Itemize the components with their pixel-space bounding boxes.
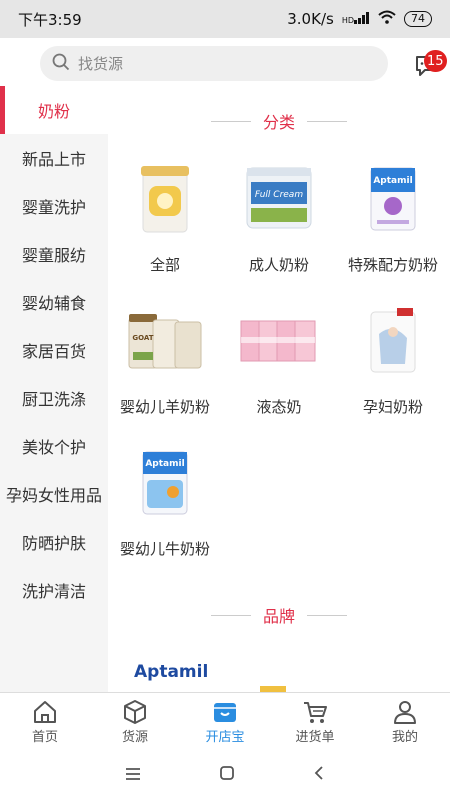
tab-label: 开店宝 xyxy=(205,730,245,745)
category-item-special-formula[interactable]: Aptamil 特殊配方奶粉 xyxy=(336,158,450,275)
user-icon xyxy=(391,698,419,726)
network-speed: 3.0K/s xyxy=(287,10,334,28)
sidebar-item-baby-care[interactable]: 婴童洗护 xyxy=(0,182,108,230)
product-text: GOAT xyxy=(132,334,153,342)
product-image: GOAT xyxy=(125,300,205,380)
status-bar: 下午3:59 3.0K/s HD 74 xyxy=(0,0,450,38)
sidebar-item-label: 奶粉 xyxy=(37,102,70,121)
system-nav-bar xyxy=(0,750,450,800)
box-icon xyxy=(121,698,149,726)
product-text: Aptamil xyxy=(373,176,412,186)
product-image xyxy=(125,158,205,238)
product-text: Full Cream xyxy=(255,190,303,200)
product-image: Aptamil xyxy=(125,442,205,522)
category-item-label: 孕妇奶粉 xyxy=(362,398,423,416)
message-badge: 15 xyxy=(424,50,447,72)
category-item-adult-milk[interactable]: Full Cream 成人奶粉 xyxy=(222,158,336,275)
divider xyxy=(307,120,347,122)
sidebar-item-label: 美妆个护 xyxy=(21,438,86,457)
divider xyxy=(307,614,347,616)
category-item-label: 成人奶粉 xyxy=(248,256,309,274)
tab-label: 货源 xyxy=(121,730,148,745)
product-image xyxy=(353,300,433,380)
sidebar-item-label: 洗护清洁 xyxy=(21,582,86,601)
brand-logo-aptamil[interactable]: Aptamil xyxy=(134,662,208,682)
category-item-label: 婴幼儿羊奶粉 xyxy=(119,398,210,416)
sidebar-item-label: 婴幼辅食 xyxy=(21,294,86,313)
category-item-liquid-milk[interactable]: 液态奶 xyxy=(222,300,336,417)
search-header xyxy=(0,38,450,90)
sidebar-item-maternity[interactable]: 孕妈女性用品 xyxy=(0,470,108,518)
sidebar-item-label: 家居百货 xyxy=(21,342,86,361)
sidebar-item-beauty[interactable]: 美妆个护 xyxy=(0,422,108,470)
sidebar-item-label: 防晒护肤 xyxy=(21,534,86,553)
sidebar-item-label: 婴童服纺 xyxy=(21,246,86,265)
divider xyxy=(210,614,251,616)
divider xyxy=(210,120,251,122)
tab-label: 首页 xyxy=(31,730,58,745)
tab-label: 进货单 xyxy=(295,730,335,745)
category-section-title: 分类 xyxy=(108,106,450,136)
menu-icon[interactable] xyxy=(125,766,141,785)
brand-logo-text: Aptamil xyxy=(134,662,209,682)
battery-indicator: 74 xyxy=(404,11,432,27)
home-icon xyxy=(31,698,59,726)
sidebar-item-sunscreen[interactable]: 防晒护肤 xyxy=(0,518,108,566)
product-image: Aptamil xyxy=(353,158,433,238)
bottom-tab-bar: 首页 货源 开店宝 进货单 我的 xyxy=(0,692,450,750)
brand-section-title: 品牌 xyxy=(108,600,450,630)
category-item-label: 液态奶 xyxy=(256,398,302,416)
search-icon xyxy=(52,53,70,75)
category-item-label: 全部 xyxy=(149,256,180,274)
network-type: HD xyxy=(341,16,354,25)
tab-home[interactable]: 首页 xyxy=(0,693,90,750)
tab-label: 我的 xyxy=(391,730,418,745)
sidebar-item-label: 孕妈女性用品 xyxy=(5,486,102,505)
product-image xyxy=(239,300,319,380)
sidebar-item-household[interactable]: 家居百货 xyxy=(0,326,108,374)
category-item-cow-milk[interactable]: Aptamil 婴幼儿牛奶粉 xyxy=(108,442,222,559)
wifi-icon xyxy=(378,10,396,28)
home-nav-icon[interactable] xyxy=(219,765,235,785)
brand-title: 品牌 xyxy=(262,607,295,626)
tab-open-shop[interactable]: 开店宝 xyxy=(180,693,270,750)
sidebar-item-new-arrivals[interactable]: 新品上市 xyxy=(0,134,108,182)
shop-icon xyxy=(211,698,239,726)
tab-purchase-list[interactable]: 进货单 xyxy=(270,693,360,750)
sidebar-item-kitchen-bath[interactable]: 厨卫洗涤 xyxy=(0,374,108,422)
category-item-maternal-milk[interactable]: 孕妇奶粉 xyxy=(336,300,450,417)
category-item-goat-milk[interactable]: GOAT 婴幼儿羊奶粉 xyxy=(108,300,222,417)
sidebar-item-label: 新品上市 xyxy=(21,150,86,169)
sidebar-item-milk-powder[interactable]: 奶粉 xyxy=(0,86,108,134)
sidebar-item-label: 婴童洗护 xyxy=(21,198,86,217)
product-text: Aptamil xyxy=(145,459,184,469)
search-box[interactable] xyxy=(40,46,388,81)
back-icon[interactable] xyxy=(313,765,325,785)
sidebar-item-cleaning[interactable]: 洗护清洁 xyxy=(0,566,108,614)
category-item-all[interactable]: 全部 xyxy=(108,158,222,275)
search-input[interactable] xyxy=(78,54,358,73)
category-item-label: 婴幼儿牛奶粉 xyxy=(119,540,210,558)
category-content: 分类 全部 Full Cream 成人奶粉 Aptamil 特殊配方奶粉 GOA… xyxy=(108,86,450,692)
category-sidebar: 奶粉 新品上市 婴童洗护 婴童服纺 婴幼辅食 家居百货 厨卫洗涤 美妆个护 孕妈… xyxy=(0,86,108,692)
sidebar-item-baby-clothing[interactable]: 婴童服纺 xyxy=(0,230,108,278)
product-image: Full Cream xyxy=(239,158,319,238)
tab-mine[interactable]: 我的 xyxy=(360,693,450,750)
sidebar-item-baby-food[interactable]: 婴幼辅食 xyxy=(0,278,108,326)
status-indicators: 3.0K/s HD 74 xyxy=(287,10,432,28)
signal-icon xyxy=(354,10,370,28)
sidebar-item-label: 厨卫洗涤 xyxy=(21,390,86,409)
category-title: 分类 xyxy=(262,113,295,132)
tab-sources[interactable]: 货源 xyxy=(90,693,180,750)
category-item-label: 特殊配方奶粉 xyxy=(347,256,438,274)
status-time: 下午3:59 xyxy=(18,10,82,29)
cart-icon xyxy=(301,698,329,726)
